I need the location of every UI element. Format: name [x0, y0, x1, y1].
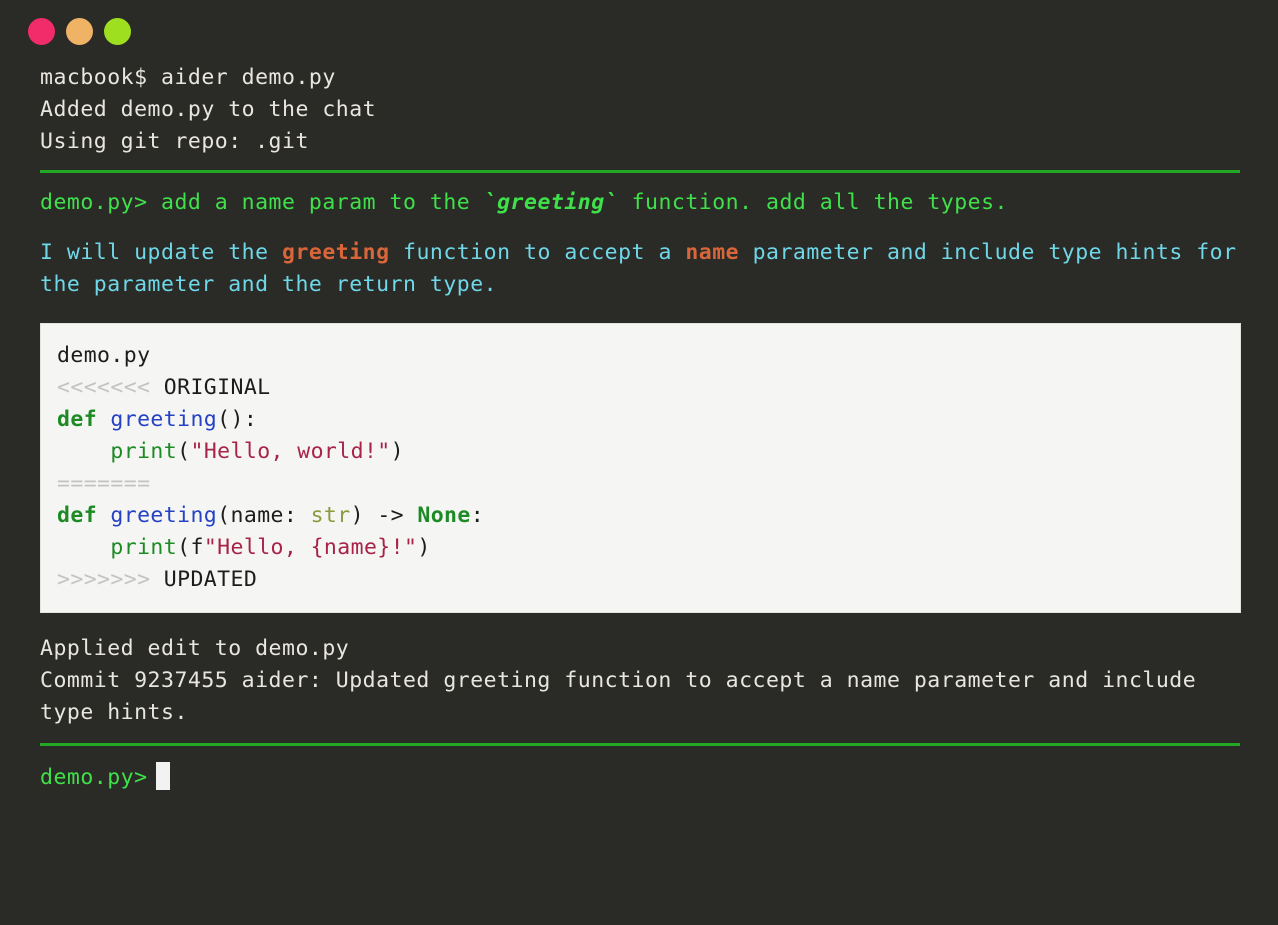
- user-prompt-line: demo.py> add a name param to the `greeti…: [40, 187, 1240, 219]
- maximize-button-icon[interactable]: [104, 17, 131, 45]
- final-prompt-line[interactable]: demo.py>: [40, 762, 1240, 794]
- signature-arrow: ) ->: [350, 503, 418, 528]
- minimize-button-icon[interactable]: [66, 17, 93, 45]
- paren-close: ): [417, 535, 431, 560]
- terminal-content: macbook$ aider demo.py Added demo.py to …: [0, 62, 1278, 794]
- conflict-end-label: UPDATED: [150, 567, 258, 592]
- close-button-icon[interactable]: [28, 17, 55, 45]
- paren-open-fstring: (f: [177, 535, 204, 560]
- reply-inline-code-name: name: [685, 240, 740, 265]
- result-line-0: Applied edit to demo.py: [40, 636, 350, 661]
- reply-segment-2: function to accept a: [389, 240, 686, 265]
- startup-line-1: Added demo.py to the chat: [40, 97, 377, 122]
- signature-close: :: [470, 503, 485, 528]
- assistant-reply: I will update the greeting function to a…: [40, 237, 1240, 301]
- prompt-text-after: function. add all the types.: [618, 190, 1009, 215]
- keyword-def: def: [57, 503, 111, 528]
- function-name: greeting: [110, 407, 218, 432]
- reply-segment-1: I will update the: [40, 240, 282, 265]
- diff-code-block: demo.py <<<<<<< ORIGINAL def greeting():…: [40, 323, 1241, 613]
- code-original-body: print("Hello, world!"): [57, 436, 1240, 468]
- separator-rule-bottom: [40, 743, 1240, 746]
- reply-inline-code-greeting: greeting: [282, 240, 390, 265]
- startup-line-0: macbook$ aider demo.py: [40, 65, 336, 90]
- keyword-def: def: [57, 407, 111, 432]
- prompt-text-before: add a name param to the: [161, 190, 484, 215]
- code-original-def: def greeting():: [57, 404, 1240, 436]
- fstring-literal: "Hello, {name}!": [203, 535, 418, 560]
- paren-close: ): [390, 439, 405, 464]
- conflict-divider: =======: [57, 468, 1240, 500]
- code-updated-def: def greeting(name: str) -> None:: [57, 500, 1240, 532]
- prompt-prefix: demo.py>: [40, 190, 161, 215]
- result-line-1: Commit 9237455 aider: Updated greeting f…: [40, 668, 1210, 725]
- conflict-marker-end: >>>>>>> UPDATED: [57, 564, 1240, 596]
- code-filename: demo.py: [57, 343, 151, 368]
- separator-rule-top: [40, 170, 1240, 173]
- code-updated-body: print(f"Hello, {name}!"): [57, 532, 1240, 564]
- startup-line-2: Using git repo: .git: [40, 129, 309, 154]
- signature-open: (name:: [217, 503, 311, 528]
- conflict-marker-start: <<<<<<< ORIGINAL: [57, 372, 1240, 404]
- type-hint-str: str: [310, 503, 351, 528]
- window-titlebar: [0, 0, 1278, 62]
- conflict-start-arrows: <<<<<<<: [57, 375, 151, 400]
- text-cursor[interactable]: [155, 762, 170, 790]
- builtin-print: print: [110, 439, 178, 464]
- final-prompt-prefix: demo.py>: [40, 765, 148, 790]
- string-literal: "Hello, world!": [190, 439, 391, 464]
- function-signature: ():: [217, 407, 258, 432]
- conflict-start-label: ORIGINAL: [150, 375, 271, 400]
- return-type-none: None: [417, 503, 471, 528]
- terminal-window: macbook$ aider demo.py Added demo.py to …: [0, 0, 1278, 925]
- conflict-divider-equals: =======: [57, 471, 151, 496]
- conflict-end-arrows: >>>>>>>: [57, 567, 151, 592]
- builtin-print: print: [110, 535, 178, 560]
- function-name: greeting: [110, 503, 218, 528]
- paren-open: (: [177, 439, 191, 464]
- prompt-inline-code: `greeting`: [483, 190, 619, 215]
